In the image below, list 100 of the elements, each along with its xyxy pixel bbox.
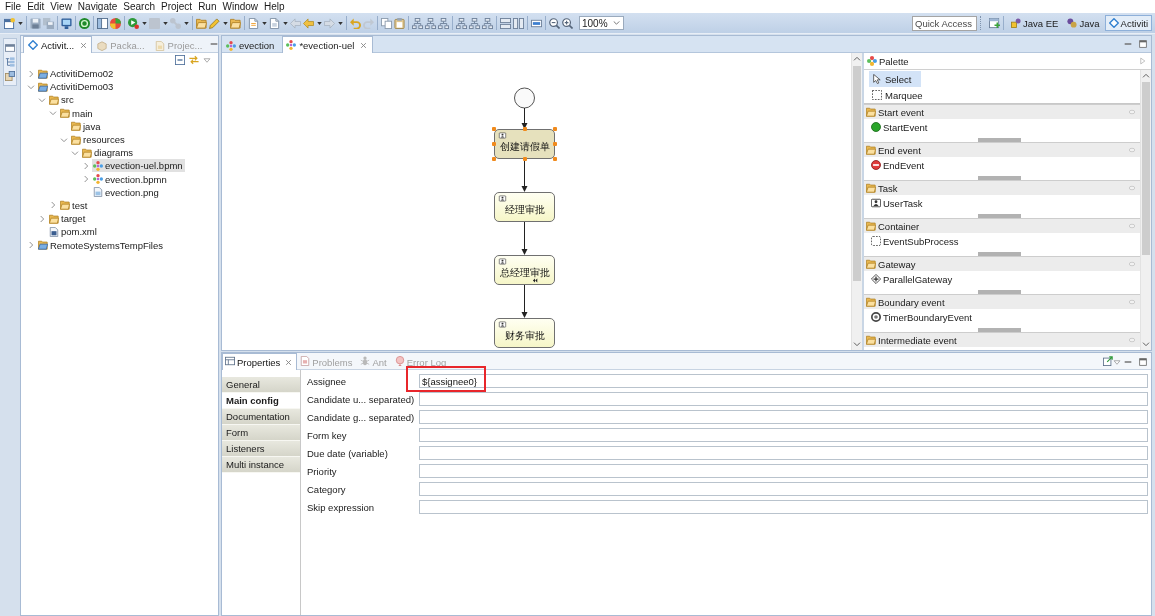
scroll-up-icon[interactable] [853, 55, 861, 63]
palette-item[interactable]: TimerBoundaryEvent [864, 309, 1140, 325]
section-tab[interactable]: Documentation [222, 409, 300, 425]
redo-icon[interactable] [363, 17, 374, 29]
caret-icon[interactable] [316, 21, 322, 25]
editor-tab[interactable]: evection [222, 37, 281, 53]
drawer-header[interactable]: Gateway [864, 256, 1140, 271]
menu-item[interactable]: Search [123, 0, 155, 13]
menu-item[interactable]: View [50, 0, 72, 13]
view-tab[interactable]: Properties [222, 353, 298, 370]
tree-layout-icon[interactable] [482, 17, 493, 29]
palette-item[interactable]: UserTask [864, 195, 1140, 211]
chevron-right-icon[interactable] [27, 69, 35, 78]
pin-icon[interactable] [1128, 299, 1136, 305]
resize-handle-icon[interactable] [553, 127, 557, 131]
tree-item[interactable]: pom.xml [48, 225, 99, 239]
resize-handle-icon[interactable] [522, 127, 527, 131]
minimize-icon[interactable] [1124, 40, 1132, 48]
pin-icon[interactable] [1128, 337, 1136, 343]
menu-item[interactable]: Navigate [77, 0, 118, 13]
maximize-icon[interactable] [1139, 358, 1147, 366]
vertical-scrollbar[interactable] [1140, 70, 1151, 350]
pie-icon[interactable] [110, 17, 121, 29]
play-icon[interactable] [128, 17, 139, 29]
palette-item[interactable]: ParallelGateway [864, 271, 1140, 287]
scrollbar-thumb[interactable] [1142, 82, 1150, 255]
perspective-button[interactable]: Java EE [1007, 15, 1063, 31]
open-perspective-icon[interactable] [989, 17, 1001, 29]
drawer-header[interactable]: Boundary event [864, 294, 1140, 309]
perspective-button[interactable]: Java [1063, 15, 1104, 31]
tree-item[interactable]: diagrams [81, 146, 136, 160]
pin-icon[interactable] [1128, 147, 1136, 153]
palette-tool[interactable]: Marquee [869, 87, 933, 103]
editor-tab[interactable]: *evection-uel [282, 36, 374, 53]
tree-layout-icon[interactable] [412, 17, 423, 29]
text-field[interactable] [419, 464, 1148, 478]
floppy-disks-icon[interactable] [43, 17, 54, 29]
resize-handle-icon[interactable] [553, 157, 557, 161]
caret-icon[interactable] [141, 21, 147, 25]
text-field[interactable] [419, 428, 1148, 442]
section-tab[interactable]: Listeners [222, 441, 300, 457]
zoom-in-icon[interactable] [562, 17, 573, 29]
monitor-icon[interactable] [61, 17, 72, 29]
tree-item[interactable]: evection-uel.bpmn [92, 159, 185, 173]
resize-handle-icon[interactable] [492, 127, 496, 131]
tree-item[interactable]: src [48, 93, 76, 107]
drawer-header[interactable]: Start event [864, 104, 1140, 119]
close-icon[interactable] [80, 41, 88, 49]
rows-icon[interactable] [500, 17, 511, 29]
scroll-down-icon[interactable] [853, 340, 861, 348]
scroll-down-icon[interactable] [1142, 340, 1150, 348]
pin-icon[interactable] [1128, 223, 1136, 229]
folder-icon[interactable] [196, 17, 207, 29]
view-menu-icon[interactable] [1113, 359, 1121, 366]
pin-icon[interactable] [1128, 185, 1136, 191]
scroll-up-icon[interactable] [1142, 72, 1150, 80]
caret-icon[interactable] [222, 21, 228, 25]
perspective-button[interactable]: Activiti [1104, 15, 1152, 31]
text-field[interactable]: ${assignee0} [419, 374, 1148, 388]
swap-arrows-icon[interactable] [189, 55, 199, 65]
menu-item[interactable]: Edit [27, 0, 45, 13]
chevron-down-icon[interactable] [27, 82, 35, 91]
zoom-out-icon[interactable] [549, 17, 560, 29]
view-tab[interactable]: Activit... [23, 36, 93, 53]
chevron-down-icon[interactable] [60, 135, 68, 144]
menu-item[interactable]: Run [198, 0, 217, 13]
text-field[interactable] [419, 482, 1148, 496]
tree-item[interactable]: main [59, 106, 95, 120]
chevron-right-icon[interactable] [82, 175, 90, 184]
copy-icon[interactable] [381, 17, 392, 29]
drawer-header[interactable]: End event [864, 142, 1140, 157]
window-icon[interactable] [5, 43, 15, 53]
tree-item[interactable]: evection.png [92, 185, 161, 199]
caret-icon[interactable] [162, 21, 168, 25]
chevron-down-icon[interactable] [71, 148, 79, 157]
menu-item[interactable]: File [5, 0, 22, 13]
new-window-icon[interactable] [4, 17, 15, 29]
tree-item[interactable]: resources [70, 133, 127, 147]
text-field[interactable] [419, 410, 1148, 424]
tree-layout-icon[interactable] [456, 17, 467, 29]
caret-icon[interactable] [261, 21, 267, 25]
vertical-scrollbar[interactable] [851, 53, 862, 350]
palette-item[interactable]: EndEvent [864, 157, 1140, 173]
hierarchy-icon[interactable] [5, 57, 15, 67]
zoom-combo[interactable]: 100% [579, 16, 624, 30]
tree-item[interactable]: ActivitiDemo03 [37, 80, 116, 94]
section-tab[interactable]: General [222, 377, 300, 393]
chevron-right-icon[interactable] [82, 161, 90, 170]
resize-handle-icon[interactable] [492, 142, 496, 146]
view-menu-icon[interactable] [203, 56, 211, 64]
menu-item[interactable]: Project [161, 0, 193, 13]
tree-item[interactable]: target [48, 212, 88, 226]
chevron-right-icon[interactable] [38, 214, 46, 223]
drawer-header[interactable]: Container [864, 218, 1140, 233]
tree-layout-icon[interactable] [469, 17, 480, 29]
caret-icon[interactable] [282, 21, 288, 25]
palette-tool[interactable]: Select [869, 71, 922, 87]
pin-icon[interactable] [1128, 261, 1136, 267]
palette-item[interactable]: StartEvent [864, 119, 1140, 135]
drawer-header[interactable]: Task [864, 180, 1140, 195]
